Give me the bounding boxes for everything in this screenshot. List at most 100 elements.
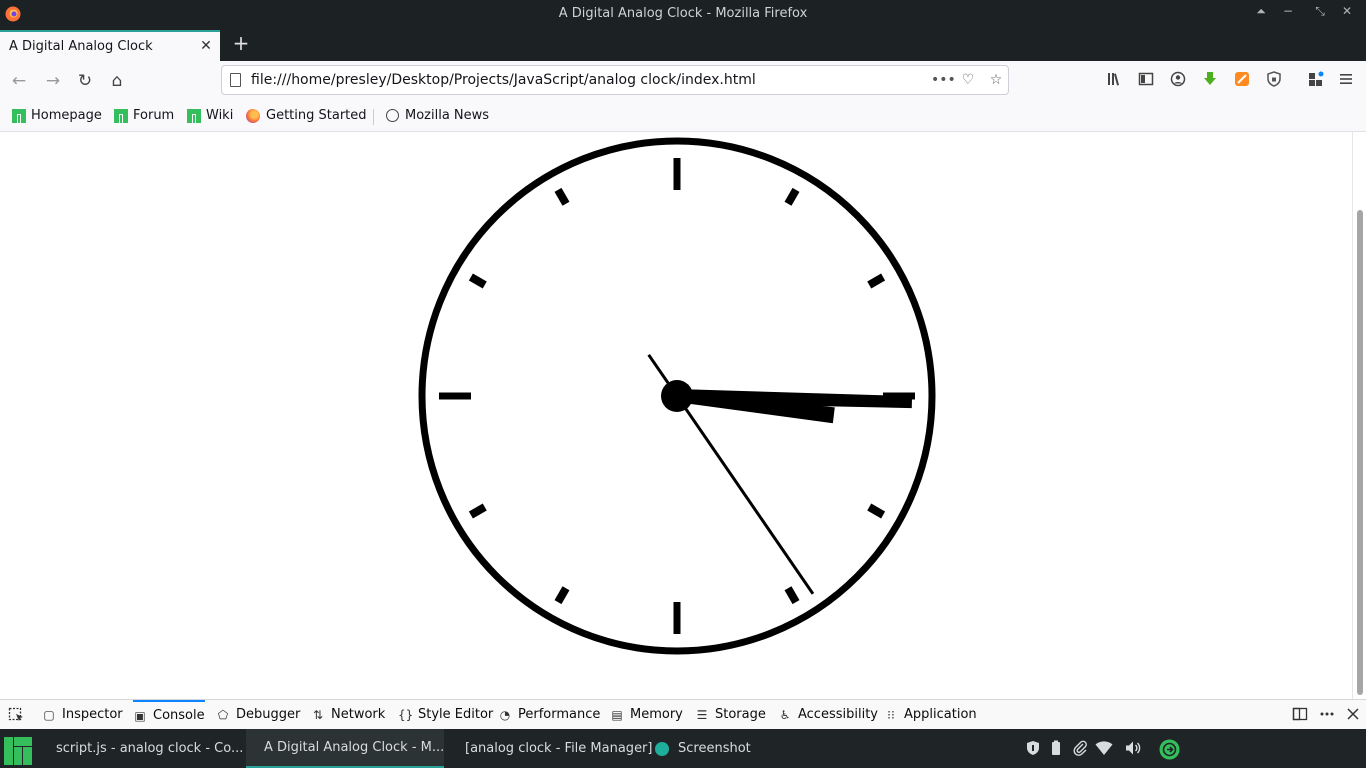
devtools-tab-performance[interactable]: ◔ Performance [498, 700, 601, 729]
performance-icon: ◔ [499, 707, 511, 722]
extensions-icon[interactable] [1306, 71, 1326, 91]
devtools-tab-style-editor[interactable]: {} Style Editor [398, 700, 493, 729]
memory-icon: ▤ [611, 707, 623, 722]
bookmark-label: Homepage [31, 108, 102, 123]
bookmark-label: Forum [133, 108, 175, 123]
devtools-tab-console[interactable]: ▣ Console [133, 700, 205, 729]
bookmark-label: Mozilla News [405, 108, 490, 123]
restore-button[interactable]: ⤡ [1310, 4, 1330, 19]
firefox-icon [246, 108, 260, 123]
page-icon [230, 73, 241, 87]
devtools-tab-label: Accessibility [798, 707, 878, 722]
devtools-tab-debugger[interactable]: ⬠ Debugger [216, 700, 301, 729]
devtools-tab-network[interactable]: ⇅ Network [311, 700, 385, 729]
analog-clock [418, 137, 936, 655]
account-icon[interactable] [1168, 71, 1188, 91]
url-bar[interactable]: file:///home/presley/Desktop/Projects/Ja… [221, 65, 1009, 95]
extension-icon[interactable] [1232, 71, 1252, 91]
keep-above-button[interactable]: ⏶ [1251, 4, 1271, 19]
manjaro-icon [114, 108, 128, 123]
devtools-tab-application[interactable]: ⁝⁝ Application [884, 700, 977, 729]
update-icon[interactable] [1159, 739, 1180, 760]
application-icon: ⁝⁝ [887, 707, 895, 722]
task-label: script.js - analog clock - Co... [56, 741, 244, 756]
accessibility-icon: ♿ [779, 707, 791, 722]
close-tab-icon[interactable]: ✕ [198, 38, 214, 54]
bookmark-getting-started[interactable]: Getting Started [246, 108, 367, 123]
taskbar: script.js - analog clock - Co... A Digita… [0, 729, 1366, 768]
devtools-tab-label: Console [153, 708, 205, 723]
debugger-icon: ⬠ [217, 707, 229, 722]
tab-analog-clock[interactable]: A Digital Analog Clock ✕ [0, 30, 220, 61]
window-titlebar: A Digital Analog Clock - Mozilla Firefox… [0, 0, 1366, 29]
storage-icon: ☰ [696, 707, 708, 722]
forward-button[interactable]: → [43, 71, 63, 91]
devtools-tab-memory[interactable]: ▤ Memory [610, 700, 683, 729]
download-icon[interactable] [1200, 71, 1220, 91]
devtools-tab-inspector[interactable]: ▢ Inspector [42, 700, 123, 729]
clipboard-icon[interactable] [1071, 740, 1089, 758]
bookmark-label: Getting Started [266, 108, 367, 123]
tab-strip: A Digital Analog Clock ✕ [0, 29, 1366, 61]
taskbar-task[interactable]: [analog clock - File Manager] [447, 729, 652, 768]
devtools-toolbar: ▢ Inspector ▣ Console ⬠ Debugger ⇅ Network {} Sty… [0, 699, 1366, 729]
menu-icon[interactable] [1336, 71, 1356, 91]
globe-icon [386, 109, 399, 122]
devtools-tab-label: Style Editor [418, 707, 494, 722]
taskbar-task[interactable]: A Digital Analog Clock - M... [246, 729, 444, 768]
devtools-tab-label: Memory [630, 707, 683, 722]
back-button[interactable]: ← [9, 71, 29, 91]
dock-side-icon[interactable] [1291, 706, 1309, 726]
bookmark-star-icon[interactable]: ☆ [987, 71, 1005, 89]
home-button[interactable]: ⌂ [107, 71, 127, 91]
page-actions-icon[interactable]: ••• [931, 71, 956, 89]
close-window-button[interactable]: ✕ [1337, 4, 1357, 18]
window-title: A Digital Analog Clock - Mozilla Firefox [558, 6, 808, 21]
element-picker-icon[interactable] [8, 707, 24, 723]
console-icon: ▣ [134, 708, 146, 723]
devtools-tab-label: Storage [715, 707, 766, 722]
app-icon [655, 741, 669, 756]
bookmark-label: Wiki [206, 108, 234, 123]
devtools-tab-label: Debugger [236, 707, 301, 722]
devtools-options-icon[interactable] [1318, 706, 1336, 726]
devtools-tab-label: Performance [518, 707, 601, 722]
network-icon: ⇅ [312, 707, 324, 722]
battery-icon[interactable] [1047, 740, 1065, 758]
task-label: Screenshot [678, 741, 751, 756]
taskbar-task[interactable]: Screenshot [646, 729, 756, 768]
scrollbar-thumb[interactable] [1357, 210, 1363, 695]
bookmark-homepage[interactable]: Homepage [12, 108, 102, 123]
bookmark-wiki[interactable]: Wiki [187, 108, 233, 123]
devtools-tab-storage[interactable]: ☰ Storage [695, 700, 766, 729]
manjaro-icon [187, 108, 201, 123]
devtools-tab-label: Network [331, 707, 386, 722]
volume-icon[interactable] [1124, 740, 1142, 758]
devtools-tab-label: Application [904, 707, 977, 722]
new-tab-button[interactable]: + [231, 33, 251, 53]
navigation-toolbar: ← → ↻ ⌂ file:///home/presley/Desktop/Pro… [0, 61, 1366, 101]
clock-center-cap [661, 380, 693, 412]
wifi-icon[interactable] [1095, 740, 1113, 758]
task-label: A Digital Analog Clock - M... [264, 740, 445, 755]
bookmarks-toolbar: Homepage Forum Wiki Getting Started Mozi… [0, 101, 1366, 132]
shield-icon[interactable] [1264, 71, 1284, 91]
devtools-tab-label: Inspector [62, 707, 123, 722]
bookmark-forum[interactable]: Forum [114, 108, 174, 123]
manjaro-menu-icon[interactable] [4, 737, 32, 765]
bookmark-separator [373, 109, 374, 125]
taskbar-task[interactable]: script.js - analog clock - Co... [38, 729, 243, 768]
page-scrollbar[interactable] [1352, 132, 1366, 699]
library-icon[interactable] [1104, 71, 1124, 91]
devtools-tab-accessibility[interactable]: ♿ Accessibility [778, 700, 878, 729]
url-text[interactable]: file:///home/presley/Desktop/Projects/Ja… [251, 72, 756, 88]
sidebar-icon[interactable] [1136, 71, 1156, 91]
close-devtools-icon[interactable] [1344, 706, 1362, 726]
page-content [0, 132, 1366, 699]
task-label: [analog clock - File Manager] [465, 741, 653, 756]
security-tray-icon[interactable] [1024, 740, 1042, 758]
minimize-button[interactable]: − [1278, 4, 1298, 18]
pocket-icon[interactable]: ♡ [959, 71, 977, 89]
reload-button[interactable]: ↻ [75, 71, 95, 91]
bookmark-mozilla-news[interactable]: Mozilla News [386, 108, 489, 123]
